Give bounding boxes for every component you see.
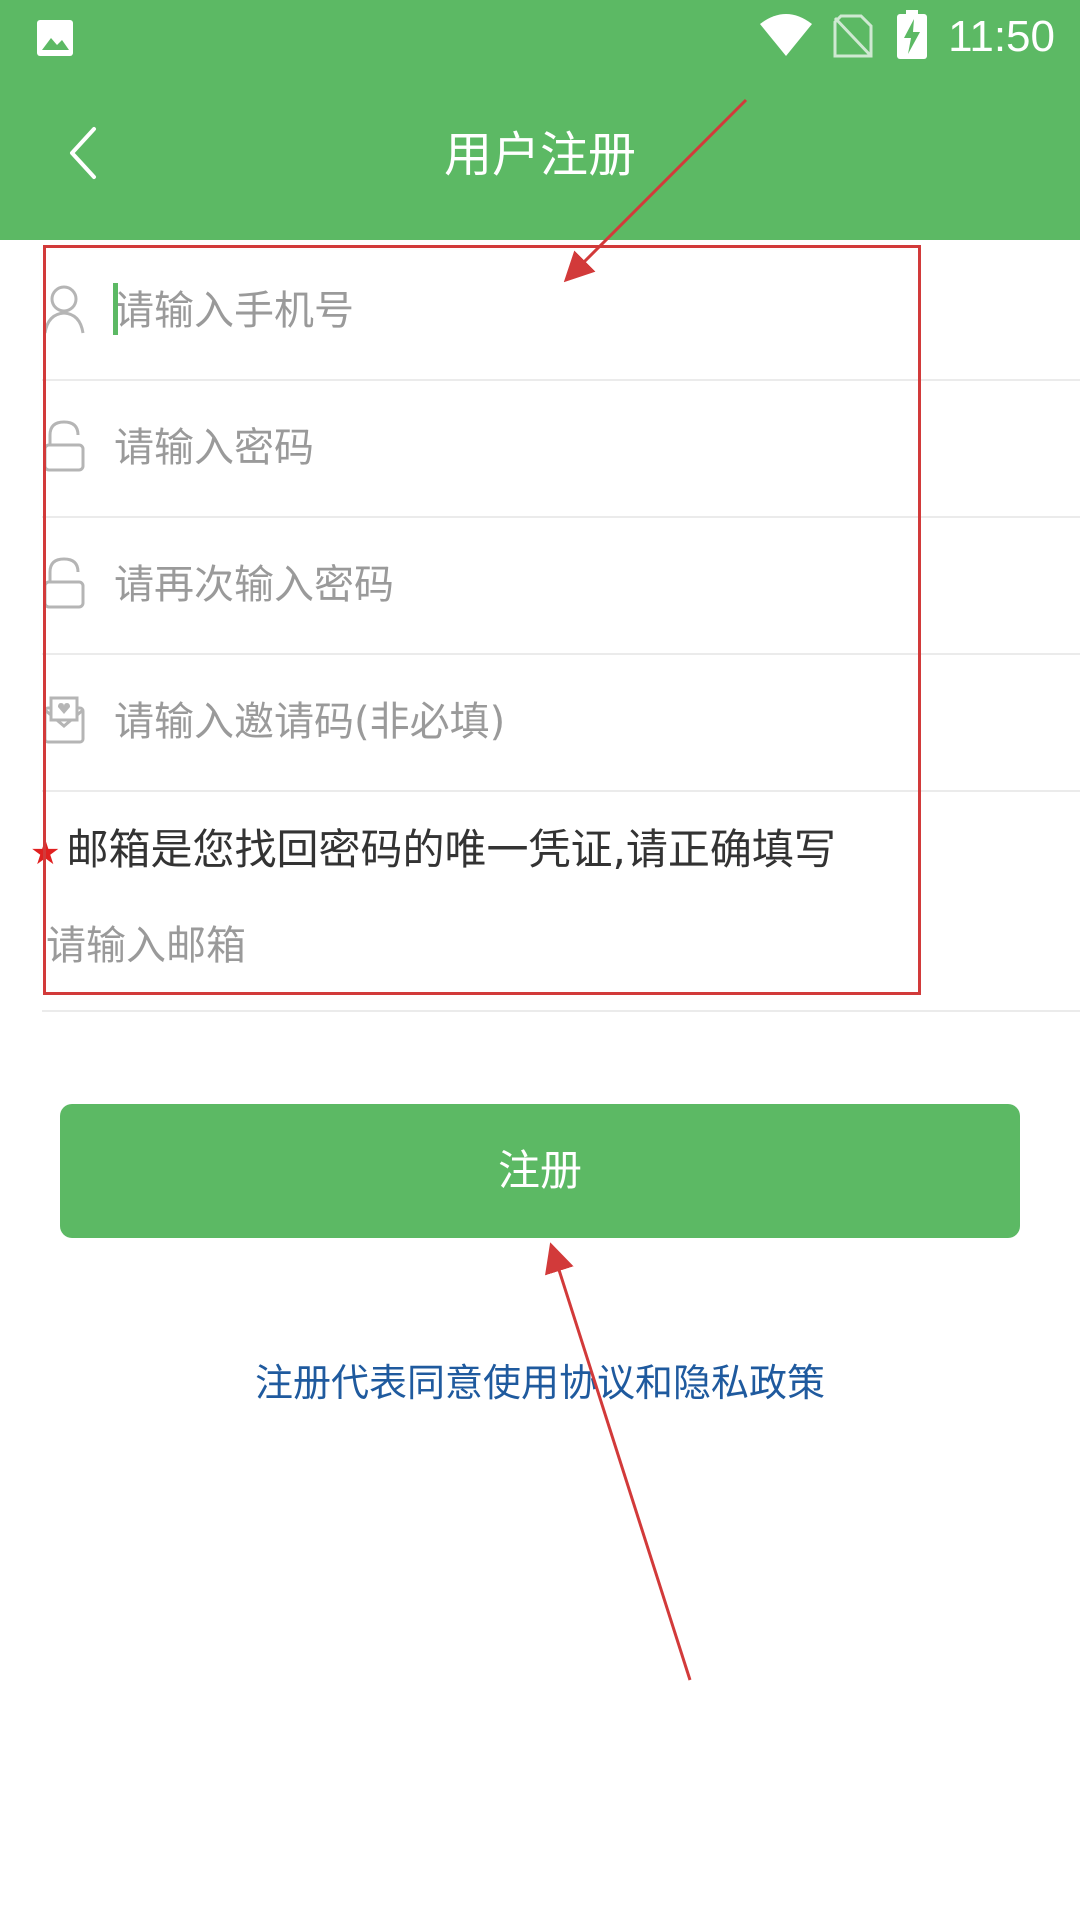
password-field[interactable]: 请输入密码 bbox=[42, 380, 1080, 518]
user-icon bbox=[43, 285, 85, 334]
password-input[interactable]: 请输入密码 bbox=[114, 380, 314, 516]
invite-icon bbox=[43, 696, 85, 744]
agreement-link[interactable]: 注册代表同意使用协议和隐私政策 bbox=[0, 1355, 1080, 1411]
email-field[interactable]: 请输入邮箱 bbox=[42, 900, 1080, 1012]
annotation-arrow-bottom bbox=[545, 1242, 692, 1681]
lock-icon bbox=[43, 420, 85, 472]
invite-code-input[interactable]: 请输入邀请码(非必填) bbox=[114, 654, 505, 790]
app-header: 11:50 用户注册 bbox=[0, 0, 1080, 240]
page-title: 用户注册 bbox=[443, 127, 636, 183]
confirm-password-input[interactable]: 请再次输入密码 bbox=[114, 517, 394, 653]
no-sim-icon bbox=[833, 14, 873, 58]
phone-field[interactable]: 请输入手机号 bbox=[42, 243, 1080, 381]
invite-code-field[interactable]: 请输入邀请码(非必填) bbox=[42, 654, 1080, 792]
battery-charging-icon bbox=[897, 10, 927, 59]
status-time: 11:50 bbox=[948, 12, 1055, 61]
image-icon bbox=[37, 20, 73, 56]
phone-input[interactable]: 请输入手机号 bbox=[114, 243, 354, 379]
email-note-text: 邮箱是您找回密码的唯一凭证,请正确填写 bbox=[66, 825, 836, 874]
lock-icon bbox=[43, 557, 85, 609]
email-input[interactable]: 请输入邮箱 bbox=[46, 900, 246, 992]
email-note: ★ 邮箱是您找回密码的唯一凭证,请正确填写 bbox=[30, 820, 836, 883]
confirm-password-field[interactable]: 请再次输入密码 bbox=[42, 517, 1080, 655]
text-cursor bbox=[113, 283, 118, 335]
register-button[interactable]: 注册 bbox=[60, 1104, 1020, 1238]
wifi-icon bbox=[760, 14, 812, 56]
required-star-icon: ★ bbox=[30, 833, 61, 873]
